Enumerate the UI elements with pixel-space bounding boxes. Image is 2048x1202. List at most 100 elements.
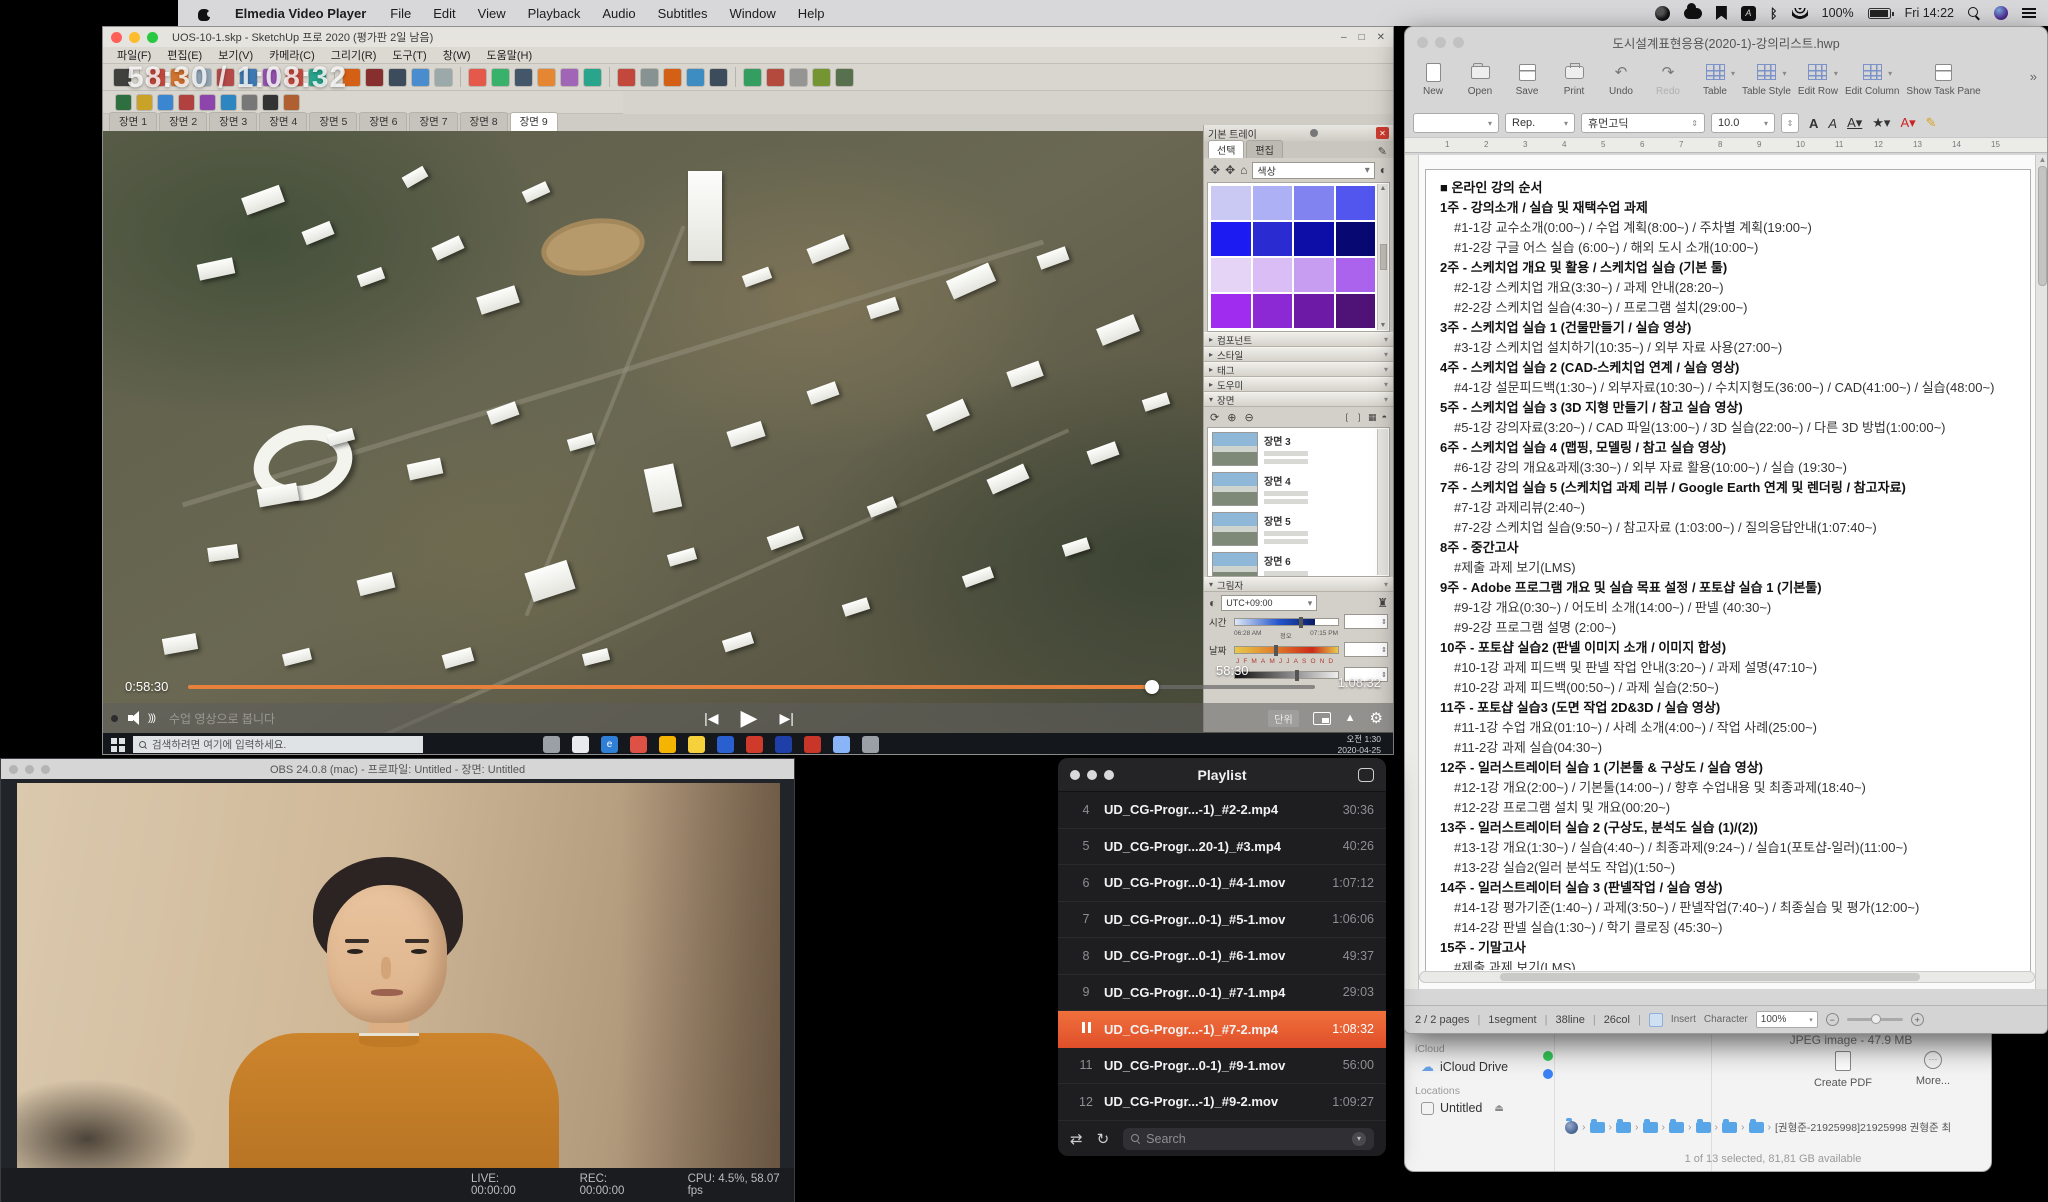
sidebar-item-untitled[interactable]: Untitled⏏ — [1421, 1101, 1554, 1115]
windows-search-box[interactable]: 검색하려면 여기에 입력하세요. — [133, 736, 423, 753]
webcam-preview[interactable] — [17, 783, 780, 1169]
minimize-glyph[interactable]: – — [1341, 32, 1347, 43]
taskbar-app-icon[interactable] — [543, 736, 560, 753]
hwp-tool-print[interactable]: Print — [1554, 61, 1594, 97]
tool-icon[interactable] — [583, 68, 602, 87]
zoom-slider[interactable] — [1847, 1018, 1903, 1021]
notification-center-icon[interactable] — [2022, 8, 2036, 18]
section-태그[interactable]: ▸태그▾ — [1204, 362, 1393, 377]
back-arrow-icon[interactable]: ✥ — [1210, 163, 1220, 177]
tool-icon[interactable] — [617, 68, 636, 87]
taskbar-app-icon[interactable] — [862, 736, 879, 753]
apple-icon[interactable] — [198, 6, 211, 21]
previous-button[interactable]: |◀ — [704, 710, 718, 727]
options-icon[interactable]: ❲ — [1343, 412, 1351, 423]
taskbar-app-icon[interactable] — [746, 736, 763, 753]
input-source-icon[interactable]: A — [1741, 6, 1756, 21]
color-swatch[interactable] — [1253, 186, 1293, 220]
size-stepper[interactable]: ⇕ — [1781, 113, 1799, 133]
add-scene-icon[interactable]: ⊕ — [1227, 411, 1236, 424]
color-swatch[interactable] — [1336, 294, 1376, 328]
bookmark-status-icon[interactable] — [1716, 6, 1727, 20]
zoom-out-button[interactable]: − — [1826, 1013, 1839, 1026]
repeat-icon[interactable]: ↻ — [1097, 1130, 1110, 1148]
menubar-menu-file[interactable]: File — [390, 6, 411, 21]
color-swatch[interactable] — [1253, 294, 1293, 328]
seek-bar[interactable]: 58:30 — [188, 685, 1315, 689]
scene-tab-장면-8[interactable]: 장면 8 — [460, 112, 508, 131]
pip-icon[interactable] — [1313, 712, 1331, 725]
traffic-lights[interactable] — [111, 32, 158, 43]
tool-icon[interactable] — [514, 68, 533, 87]
menu-bar-clock[interactable]: Fri 14:22 — [1905, 6, 1954, 20]
view-mode-icon[interactable]: ▦ — [1368, 412, 1377, 423]
date-slider[interactable] — [1234, 646, 1339, 654]
toolbar-overflow-chevrons[interactable]: » — [2030, 69, 2037, 84]
taskbar-app-icon[interactable] — [833, 736, 850, 753]
windows-window-controls[interactable]: –□✕ — [1341, 32, 1385, 43]
menubar-menu-view[interactable]: View — [478, 6, 506, 21]
breadcrumb-folder-icon[interactable] — [1616, 1122, 1631, 1133]
menubar-menu-edit[interactable]: Edit — [433, 6, 455, 21]
playlist-row[interactable]: 7UD_CG-Progr...0-1)_#5-1.mov1:06:06 — [1058, 902, 1386, 939]
scene-list-item[interactable]: 장면 4 — [1212, 472, 1375, 506]
menubar-menu-window[interactable]: Window — [729, 6, 775, 21]
play-button[interactable]: ▶ — [741, 705, 758, 731]
playlist-row[interactable]: 6UD_CG-Progr...0-1)_#4-1.mov1:07:12 — [1058, 865, 1386, 902]
menubar-menu-help[interactable]: Help — [798, 6, 825, 21]
menubar-menu-playback[interactable]: Playback — [528, 6, 581, 21]
italic-button[interactable]: A — [1828, 116, 1837, 131]
taskbar-app-icon[interactable] — [688, 736, 705, 753]
scene-tab-장면-9[interactable]: 장면 9 — [510, 112, 558, 131]
font-color-button[interactable]: A▾ — [1900, 115, 1915, 131]
tool-icon[interactable] — [157, 94, 174, 111]
finder-path-bar[interactable]: ››››››››[권형준-21925998]21925998 권형준 최 — [1565, 1115, 1981, 1139]
effects-button[interactable]: ★▾ — [1872, 115, 1890, 131]
utc-dropdown[interactable]: UTC+09:00▾ — [1221, 595, 1317, 611]
wifi-icon[interactable] — [1792, 8, 1808, 19]
hwp-tool-show-task-pane[interactable]: Show Task Pane — [1906, 61, 1980, 97]
font-size-dropdown[interactable]: 10.0▾ — [1711, 113, 1775, 133]
taskbar-app-icon[interactable] — [630, 736, 647, 753]
scene-tab-장면-6[interactable]: 장면 6 — [359, 112, 407, 131]
menubar-menu-subtitles[interactable]: Subtitles — [658, 6, 708, 21]
color-swatch[interactable] — [1211, 186, 1251, 220]
playlist-row[interactable]: UD_CG-Progr...-1)_#7-2.mp41:08:32 — [1058, 1011, 1386, 1048]
tool-icon[interactable] — [789, 68, 808, 87]
volume-icon[interactable] — [128, 711, 146, 725]
obs-status-icon[interactable] — [1655, 6, 1670, 21]
tool-icon[interactable] — [560, 68, 579, 87]
hwp-tool-save[interactable]: Save — [1507, 61, 1547, 97]
shadow-info-icon[interactable]: ♜ — [1377, 596, 1388, 610]
cloud-status-icon[interactable] — [1684, 8, 1702, 19]
insert-mode-icon[interactable] — [1649, 1013, 1663, 1027]
playlist-row[interactable]: 9UD_CG-Progr...0-1)_#7-1.mp429:03 — [1058, 975, 1386, 1012]
tool-icon[interactable] — [220, 94, 237, 111]
tool-icon[interactable] — [766, 68, 785, 87]
windows-start-icon[interactable] — [111, 738, 125, 752]
hwp-tool-open[interactable]: Open — [1460, 61, 1500, 97]
color-swatch[interactable] — [1211, 294, 1251, 328]
bluetooth-icon[interactable]: ᛒ — [1770, 6, 1778, 21]
scene-tab-장면-2[interactable]: 장면 2 — [159, 112, 207, 131]
palette-scrollbar[interactable]: ▲▼ — [1377, 184, 1388, 330]
tool-icon[interactable] — [537, 68, 556, 87]
tool-icon[interactable] — [812, 68, 831, 87]
details-icon[interactable]: ◓ — [1382, 412, 1387, 423]
color-swatch[interactable] — [1336, 186, 1376, 220]
document-page[interactable]: ■ 온라인 강의 순서1주 - 강의소개 / 실습 및 재택수업 과제#1-1강… — [1425, 169, 2031, 975]
horizontal-scrollbar[interactable] — [1419, 971, 2035, 983]
forward-arrow-icon[interactable]: ✥ — [1225, 163, 1235, 177]
scene-scrollbar[interactable] — [1377, 429, 1388, 575]
section-chevron-icon[interactable]: ▾ — [1384, 380, 1388, 389]
scene-list-item[interactable]: 장면 6 — [1212, 552, 1375, 577]
tool-icon[interactable] — [686, 68, 705, 87]
playlist-row[interactable]: 11UD_CG-Progr...0-1)_#9-1.mov56:00 — [1058, 1048, 1386, 1085]
playlist-row[interactable]: 4UD_CG-Progr...-1)_#2-2.mp430:36 — [1058, 792, 1386, 829]
section-chevron-icon[interactable]: ▾ — [1384, 350, 1388, 359]
seek-handle[interactable] — [1145, 680, 1159, 694]
pin-icon[interactable] — [1310, 129, 1318, 137]
minimize-button[interactable] — [129, 32, 140, 43]
zoom-button[interactable] — [147, 32, 158, 43]
dropdown-chevron-icon[interactable]: ▾ — [1731, 69, 1735, 78]
